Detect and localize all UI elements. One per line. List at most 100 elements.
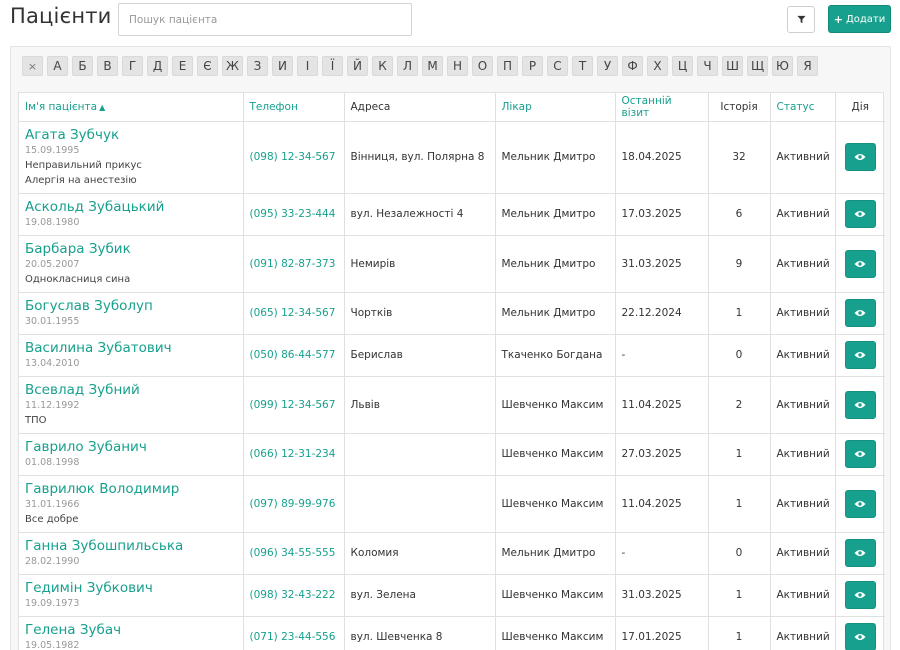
letter-filter-12[interactable]: Й <box>347 56 368 76</box>
view-patient-button[interactable] <box>844 143 876 171</box>
view-patient-button[interactable] <box>844 489 876 518</box>
cell-last-visit: 31.03.2025 <box>615 235 709 293</box>
letter-filter-27[interactable]: Ш <box>722 56 743 76</box>
letter-filter-20[interactable]: С <box>547 56 568 76</box>
cell-history: 0 <box>708 532 771 575</box>
patient-name-link[interactable]: Василина Зубатович <box>25 340 237 357</box>
cell-name: Василина Зубатович 13.04.2010 <box>19 334 244 377</box>
patient-name-link[interactable]: Гаврилюк Володимир <box>25 481 237 498</box>
letter-filter-19[interactable]: Р <box>522 56 543 76</box>
letter-filter-14[interactable]: Л <box>397 56 418 76</box>
letter-filter-10[interactable]: І <box>297 56 318 76</box>
view-patient-button[interactable] <box>844 249 876 278</box>
patient-name-link[interactable]: Всевлад Зубний <box>25 382 237 399</box>
cell-doctor: Шевченко Максим <box>495 574 616 617</box>
cell-history: 32 <box>708 121 771 194</box>
letter-filter-17[interactable]: О <box>472 56 493 76</box>
cell-address: вул. Незалежності 4 <box>344 193 496 236</box>
patient-name-link[interactable]: Гелена Зубач <box>25 622 237 639</box>
letter-filter-7[interactable]: Ж <box>222 56 243 76</box>
cell-action <box>835 532 885 575</box>
patient-name-link[interactable]: Гаврило Зубанич <box>25 439 237 456</box>
cell-address: Коломия <box>344 532 496 575</box>
cell-history: 1 <box>708 292 771 335</box>
cell-phone: (065) 12-34-567 <box>243 292 345 335</box>
letter-filter-23[interactable]: Ф <box>622 56 643 76</box>
cell-doctor: Шевченко Максим <box>495 616 616 650</box>
letter-filter-28[interactable]: Щ <box>747 56 768 76</box>
cell-phone: (050) 86-44-577 <box>243 334 345 377</box>
cell-last-visit: 18.04.2025 <box>615 121 709 194</box>
cell-name: Всевлад Зубний 11.12.1992 ТПО <box>19 376 244 434</box>
add-patient-label: Додати <box>845 13 886 25</box>
letter-filter-6[interactable]: Є <box>197 56 218 76</box>
cell-address <box>344 475 496 533</box>
letter-filter-21[interactable]: Т <box>572 56 593 76</box>
cell-status: Активний <box>770 292 836 335</box>
patient-name-link[interactable]: Аскольд Зубацький <box>25 199 237 216</box>
letter-filter-15[interactable]: М <box>422 56 443 76</box>
letter-filter-5[interactable]: Е <box>172 56 193 76</box>
view-patient-button[interactable] <box>844 440 876 468</box>
cell-last-visit: 17.01.2025 <box>615 616 709 650</box>
search-input[interactable] <box>118 3 412 36</box>
plus-icon: + <box>833 12 843 26</box>
letter-filter-16[interactable]: Н <box>447 56 468 76</box>
filter-button[interactable] <box>787 6 815 33</box>
letter-filter-0[interactable]: А <box>47 56 68 76</box>
view-patient-button[interactable] <box>844 623 876 650</box>
view-patient-button[interactable] <box>844 299 876 327</box>
letter-filter-2[interactable]: В <box>97 56 118 76</box>
letter-filter-22[interactable]: У <box>597 56 618 76</box>
clear-letter-filter[interactable]: × <box>22 56 43 76</box>
table-row: Гедимін Зубкович 19.09.1973 (098) 32-43-22… <box>19 574 885 617</box>
column-header-last-visit[interactable]: Останній візит <box>615 93 709 122</box>
table-row: Аскольд Зубацький 19.08.1980 (095) 33-23-4… <box>19 193 885 236</box>
cell-name: Гелена Зубач 19.05.1982 <box>19 616 244 650</box>
letter-filter-25[interactable]: Ц <box>672 56 693 76</box>
letter-filter-18[interactable]: П <box>497 56 518 76</box>
letter-filter-3[interactable]: Г <box>122 56 143 76</box>
patient-name-link[interactable]: Ганна Зубошпильська <box>25 538 237 555</box>
cell-name: Аскольд Зубацький 19.08.1980 <box>19 193 244 236</box>
column-header-phone[interactable]: Телефон <box>243 93 345 122</box>
cell-last-visit: 11.04.2025 <box>615 475 709 533</box>
view-patient-button[interactable] <box>844 581 876 609</box>
cell-status: Активний <box>770 475 836 533</box>
cell-status: Активний <box>770 532 836 575</box>
patient-name-link[interactable]: Гедимін Зубкович <box>25 580 237 597</box>
letter-filter-29[interactable]: Ю <box>772 56 793 76</box>
cell-action <box>835 334 885 377</box>
letter-filter-26[interactable]: Ч <box>697 56 718 76</box>
cell-last-visit: 27.03.2025 <box>615 433 709 476</box>
cell-history: 9 <box>708 235 771 293</box>
letter-filter-1[interactable]: Б <box>72 56 93 76</box>
table-row: Всевлад Зубний 11.12.1992 ТПО (099) 12-34-5… <box>19 376 885 434</box>
cell-phone: (095) 33-23-444 <box>243 193 345 236</box>
eye-icon <box>854 592 866 598</box>
letter-filter-24[interactable]: Х <box>647 56 668 76</box>
cell-phone: (096) 34-55-555 <box>243 532 345 575</box>
cell-phone: (098) 32-43-222 <box>243 574 345 617</box>
column-header-action: Дія <box>835 93 885 122</box>
patient-name-link[interactable]: Богуслав Зуболуп <box>25 298 237 315</box>
view-patient-button[interactable] <box>844 539 876 567</box>
letter-filter-30[interactable]: Я <box>797 56 818 76</box>
cell-status: Активний <box>770 616 836 650</box>
column-header-doctor[interactable]: Лікар <box>495 93 616 122</box>
patient-name-link[interactable]: Барбара Зубик <box>25 241 237 258</box>
column-header-status[interactable]: Статус <box>770 93 836 122</box>
letter-filter-8[interactable]: З <box>247 56 268 76</box>
column-header-name[interactable]: Ім'я пацієнта ▲ <box>19 93 244 122</box>
cell-action <box>835 121 885 194</box>
patient-name-link[interactable]: Агата Зубчук <box>25 127 237 144</box>
letter-filter-4[interactable]: Д <box>147 56 168 76</box>
view-patient-button[interactable] <box>844 200 876 228</box>
letter-filter-11[interactable]: Ї <box>322 56 343 76</box>
view-patient-button[interactable] <box>844 341 876 369</box>
cell-history: 1 <box>708 616 771 650</box>
view-patient-button[interactable] <box>844 390 876 419</box>
add-patient-button[interactable]: + Додати <box>828 5 891 33</box>
letter-filter-9[interactable]: И <box>272 56 293 76</box>
letter-filter-13[interactable]: К <box>372 56 393 76</box>
